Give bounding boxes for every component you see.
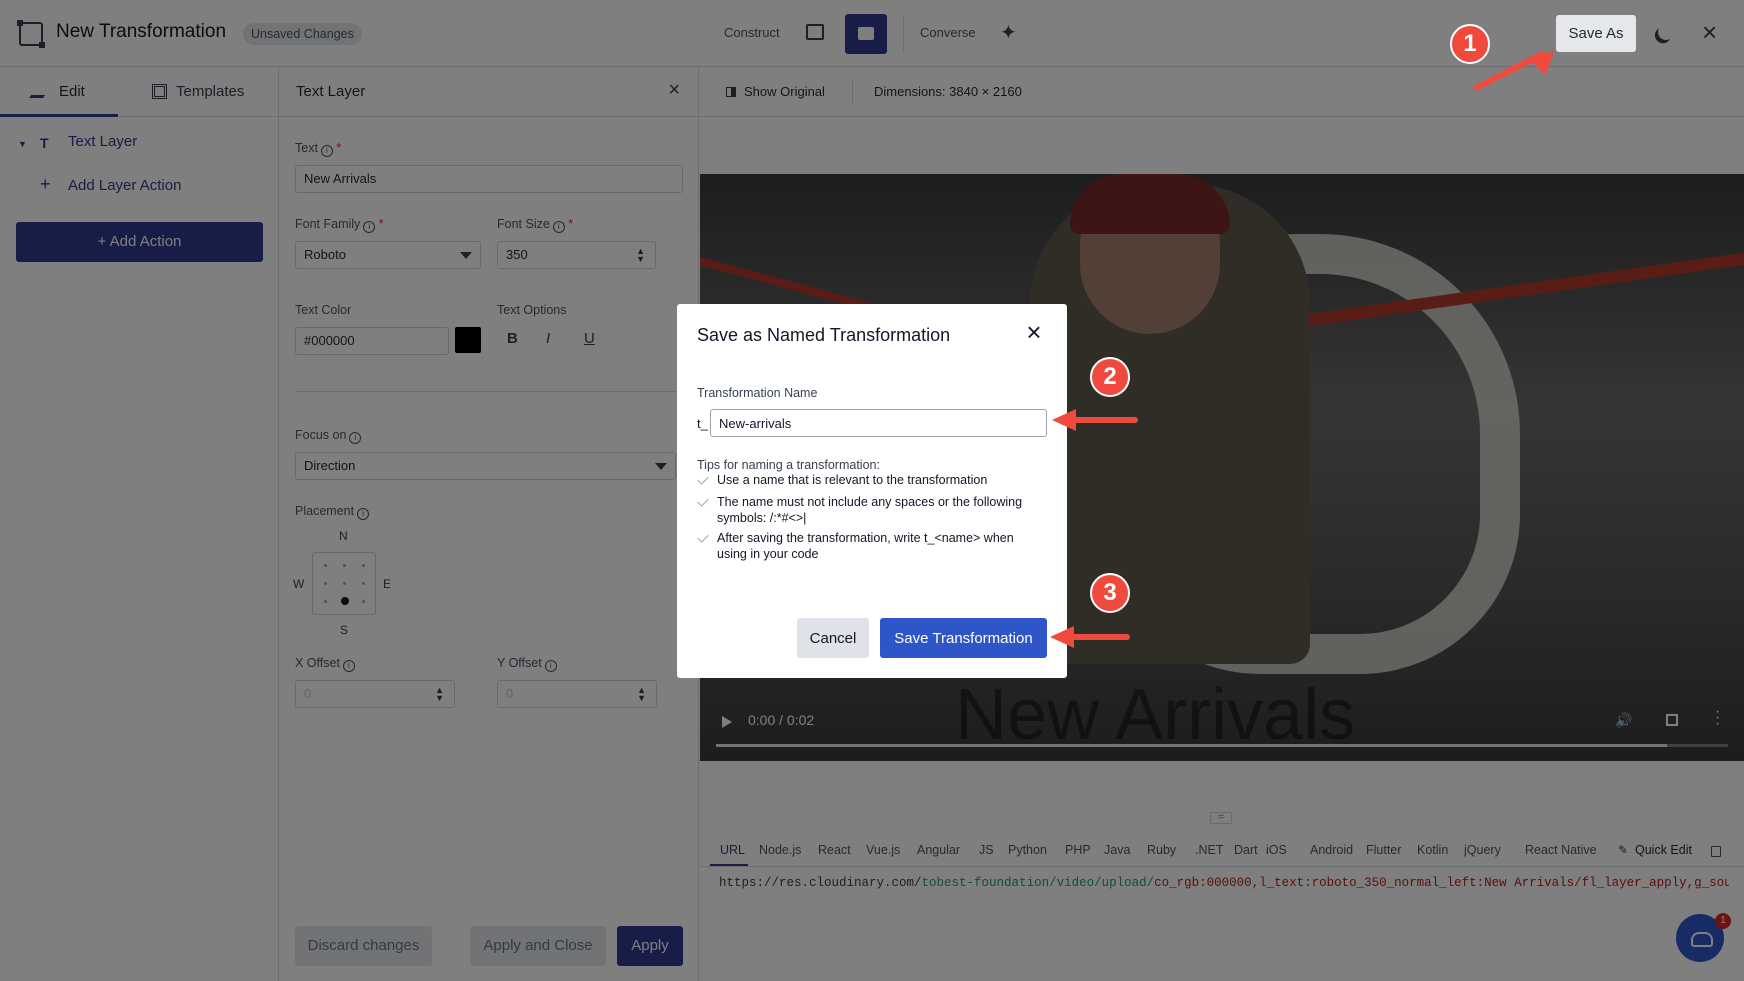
save-transformation-button[interactable]: Save Transformation — [880, 618, 1047, 658]
step-marker-1: 1 — [1450, 24, 1490, 64]
check-icon — [697, 495, 709, 507]
check-icon — [697, 473, 709, 485]
arrow-annotation-head — [1052, 409, 1076, 431]
tip-item: Use a name that is relevant to the trans… — [717, 473, 988, 487]
save-as-button-highlight[interactable]: Save As — [1556, 15, 1636, 52]
arrow-annotation-head — [1050, 626, 1074, 648]
transformation-name-input[interactable] — [710, 409, 1047, 437]
transformation-name-label: Transformation Name — [697, 386, 818, 400]
arrow-annotation — [1070, 417, 1138, 423]
check-icon — [697, 531, 709, 543]
step-marker-3: 3 — [1090, 573, 1130, 613]
arrow-annotation — [1068, 634, 1130, 640]
tips-heading: Tips for naming a transformation: — [697, 458, 880, 472]
tip-item: The name must not include any spaces or … — [717, 495, 1023, 525]
tip-item: After saving the transformation, write t… — [717, 531, 1014, 561]
cancel-button[interactable]: Cancel — [797, 618, 869, 658]
save-named-transformation-dialog: Save as Named Transformation × Transform… — [677, 304, 1067, 678]
step-marker-2: 2 — [1090, 357, 1130, 397]
close-icon[interactable]: × — [1022, 319, 1046, 345]
name-prefix: t_ — [697, 416, 708, 431]
dialog-title: Save as Named Transformation — [697, 325, 951, 345]
